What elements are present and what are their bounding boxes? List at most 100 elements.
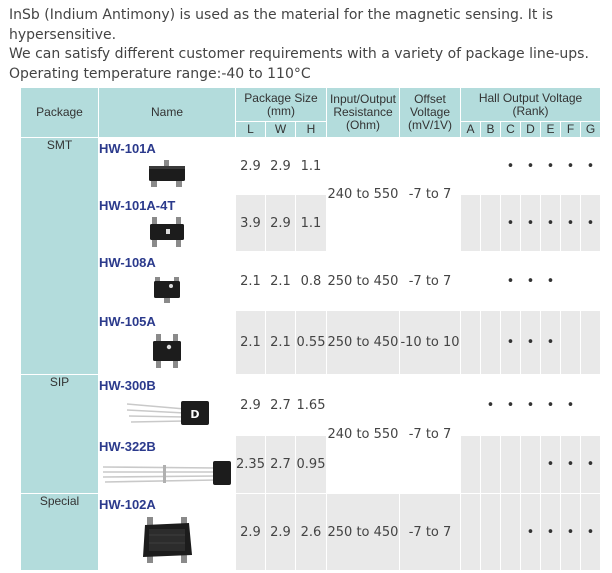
- table-row: HW-322B 2.35 2.7 0.95 • • •: [21, 435, 602, 494]
- size-w: 2.7: [265, 374, 296, 436]
- group-sip: SIP: [20, 374, 99, 494]
- rank-dot: •: [540, 435, 561, 494]
- resistance: 250 to 450: [326, 493, 400, 571]
- header-size-h: H: [295, 121, 327, 138]
- table-row: SMT HW-101A 2.9 2.9 1.1 240 to 550 -7 to…: [20, 137, 602, 375]
- size-l: 3.9: [235, 194, 266, 252]
- product-cell: HW-101A: [98, 137, 236, 195]
- size-w: 2.1: [265, 251, 296, 311]
- size-h: 0.55: [295, 310, 327, 375]
- size-w: 2.1: [265, 310, 296, 375]
- sot143-package-image: [150, 217, 184, 247]
- product-link[interactable]: HW-102A: [99, 497, 235, 512]
- table-row: HW-105A 2.1 2.1 0.55 250 to 450 -10 to 1…: [21, 310, 602, 375]
- offset-smt: -7 to 7: [399, 137, 461, 252]
- rank-dot: [460, 493, 481, 571]
- header-package-size: Package Size (mm): [235, 87, 327, 122]
- sot23-package-image: [149, 160, 185, 187]
- rank-dot: •: [500, 251, 521, 311]
- rank-dot: •: [500, 310, 521, 375]
- rank-dot: •: [579, 435, 602, 494]
- rank-dot: •: [520, 251, 541, 311]
- rank-dot: •: [560, 137, 581, 195]
- rank-dot: [480, 310, 501, 375]
- rank-dot: [460, 251, 481, 311]
- product-link[interactable]: HW-300B: [99, 378, 235, 393]
- special-package-image: [143, 517, 192, 563]
- rank-dot: [480, 435, 501, 494]
- rank-dot: •: [520, 137, 541, 195]
- rank-dot: •: [540, 194, 561, 252]
- table-row: HW-108A 2.1 2.1 0.8 250 to 450 -7 to 7 •…: [21, 251, 602, 311]
- size-w: 2.9: [265, 137, 296, 195]
- header-size-w: W: [265, 121, 296, 138]
- rank-dot: [560, 310, 581, 375]
- product-link[interactable]: HW-105A: [99, 314, 235, 329]
- product-link[interactable]: HW-108A: [99, 255, 235, 270]
- rank-dot: [460, 310, 481, 375]
- rank-dot: •: [560, 194, 581, 252]
- intro-line-temperature: Operating temperature range:-40 to 110°C: [9, 65, 311, 82]
- offset-voltage: -7 to 7: [399, 493, 461, 571]
- rank-dot: •: [520, 310, 541, 375]
- product-cell: HW-300B D: [98, 374, 236, 436]
- rank-dot: [480, 251, 501, 311]
- size-h: 1.1: [295, 194, 327, 252]
- header-offset-voltage: Offset Voltage (mV/1V): [399, 87, 461, 138]
- size-l: 2.9: [235, 374, 266, 436]
- size-h: 2.6: [295, 493, 327, 571]
- product-link[interactable]: HW-101A: [99, 141, 235, 156]
- rank-dot: [480, 493, 501, 571]
- rank-dot: •: [520, 493, 541, 571]
- size-w: 2.9: [265, 194, 296, 252]
- header-rank-d: D: [520, 121, 541, 138]
- size-l: 2.9: [235, 137, 266, 195]
- resistance-smt: 240 to 550: [326, 137, 400, 252]
- size-w: 2.7: [265, 435, 296, 494]
- rank-dot: •: [540, 493, 561, 571]
- size-w: 2.9: [265, 493, 296, 571]
- resistance: 250 to 450: [326, 310, 400, 375]
- size-h: 1.65: [295, 374, 327, 436]
- header-rank-e: E: [540, 121, 561, 138]
- size-h: 0.8: [295, 251, 327, 311]
- rank-dot: •: [579, 493, 602, 571]
- rank-dot: [460, 435, 481, 494]
- rank-dot: [579, 251, 602, 311]
- rank-dot: •: [540, 137, 561, 195]
- rank-dot: •: [579, 137, 602, 195]
- product-cell: HW-101A-4T: [98, 194, 236, 252]
- rank-dot: [579, 310, 602, 375]
- size-h: 1.1: [295, 137, 327, 195]
- rank-dot: •: [560, 435, 581, 494]
- rank-dot: •: [560, 493, 581, 571]
- rank-dot: [460, 137, 481, 195]
- product-cell: HW-322B: [98, 435, 236, 494]
- sot23-small-package-image: [154, 277, 180, 303]
- size-h: 0.95: [295, 435, 327, 494]
- product-cell: HW-108A: [98, 251, 236, 311]
- rank-dot: •: [480, 374, 501, 436]
- intro-text: InSb (Indium Antimony) is used as the ma…: [9, 6, 609, 84]
- offset-voltage: -7 to 7: [399, 251, 461, 311]
- rank-dot: [460, 374, 481, 436]
- rank-dot: •: [579, 194, 602, 252]
- rank-dot: [480, 194, 501, 252]
- header-name: Name: [98, 87, 236, 138]
- hall-sensor-spec-table: Package Name Package Size (mm) Input/Out…: [20, 87, 602, 571]
- table-row: SIP HW-300B D 2.9 2.7 1.65 240 to 550 -7…: [20, 374, 602, 494]
- rank-dot: •: [540, 310, 561, 375]
- table-row: HW-101A-4T 3.9 2.9 1.1 • • • • •: [21, 194, 602, 252]
- header-rank-b: B: [480, 121, 501, 138]
- rank-dot: [579, 374, 602, 436]
- header-size-l: L: [235, 121, 266, 138]
- size-l: 2.1: [235, 251, 266, 311]
- rank-dot: [500, 435, 521, 494]
- rank-dot: •: [540, 374, 561, 436]
- table-row: Special HW-102A 2.9 2.9 2.6 250 to 450 -…: [20, 493, 602, 571]
- product-cell: HW-102A: [98, 493, 236, 571]
- sip-4lead-package-image: D: [126, 401, 209, 425]
- size-l: 2.35: [235, 435, 266, 494]
- product-link[interactable]: HW-322B: [99, 439, 235, 454]
- product-link[interactable]: HW-101A-4T: [99, 198, 235, 213]
